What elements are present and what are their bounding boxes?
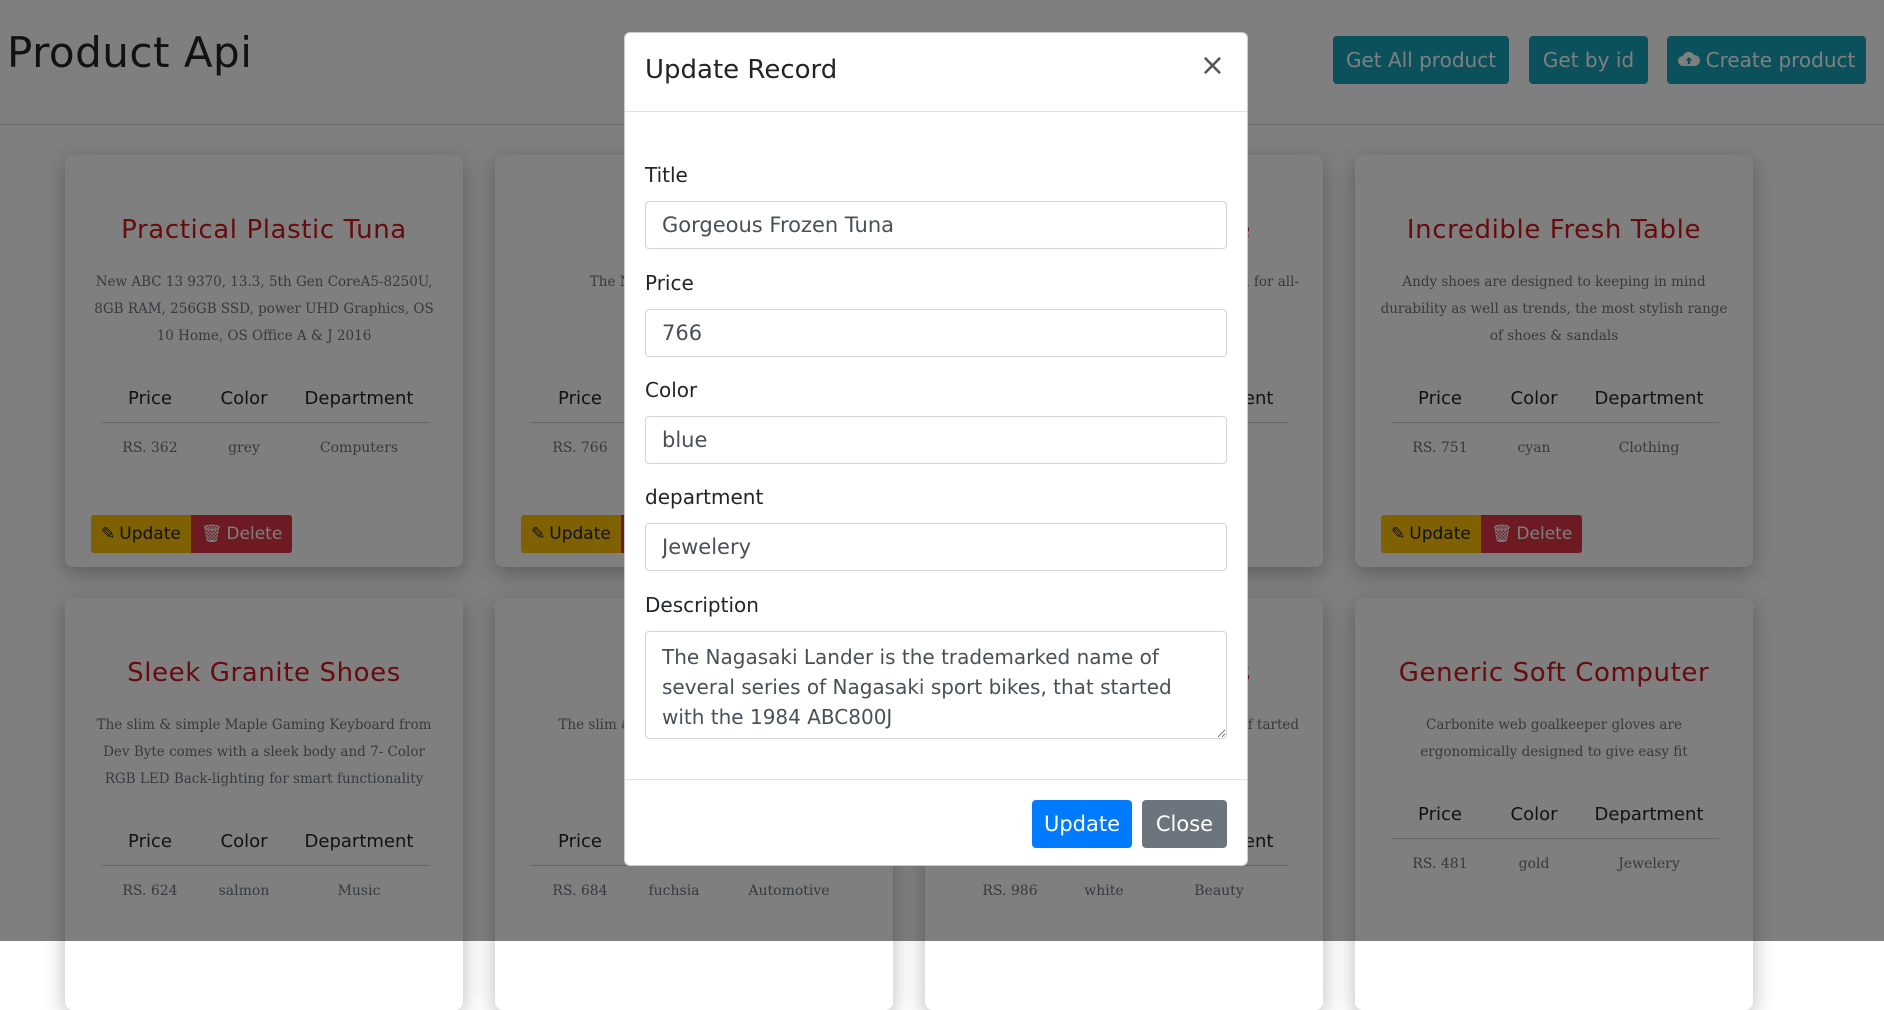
modal-update-button[interactable]: Update [1032, 800, 1132, 848]
description-textarea[interactable]: The Nagasaki Lander is the trademarked n… [645, 631, 1227, 739]
color-input[interactable] [645, 416, 1227, 464]
price-input[interactable] [645, 309, 1227, 357]
modal-header: Update Record × [625, 33, 1247, 112]
modal-close-button[interactable]: Close [1142, 800, 1227, 848]
price-label: Price [645, 271, 694, 295]
modal-title: Update Record [645, 55, 838, 85]
department-input[interactable] [645, 523, 1227, 571]
title-label: Title [645, 163, 688, 187]
description-label: Description [645, 593, 759, 617]
color-label: Color [645, 378, 698, 402]
update-record-modal: Update Record × Title Price Color depart… [624, 32, 1248, 866]
modal-footer: Update Close [625, 779, 1247, 868]
department-label: department [645, 485, 764, 509]
close-icon[interactable]: × [1196, 47, 1229, 85]
title-input[interactable] [645, 201, 1227, 249]
